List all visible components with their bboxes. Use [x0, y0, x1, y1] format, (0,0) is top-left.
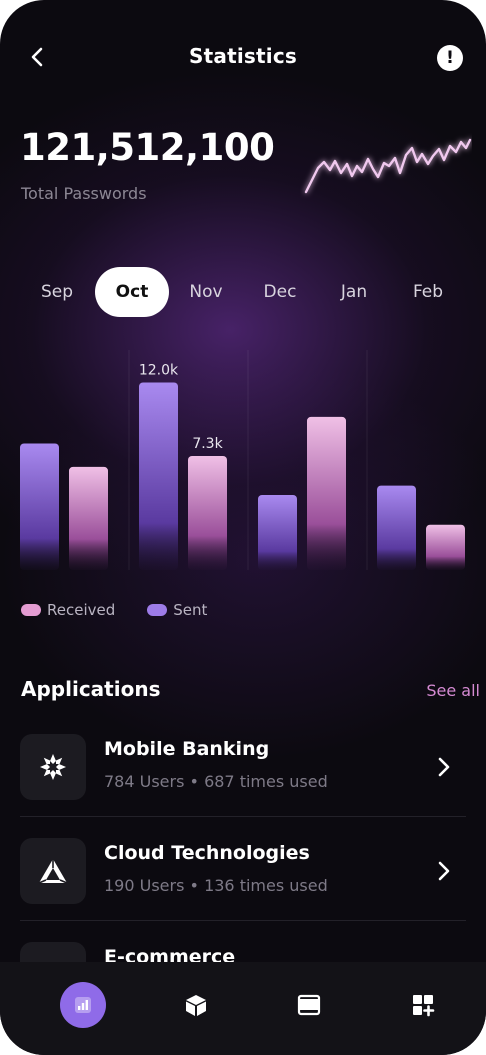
bar-chart: 12.0k 7.3k: [20, 350, 465, 571]
app-icon-container: [20, 734, 86, 800]
divider: [20, 816, 466, 817]
snowflake-icon: [40, 754, 66, 780]
bar-sent-sep[interactable]: [20, 443, 59, 570]
bar-sent-dec[interactable]: [377, 485, 416, 570]
see-all-link[interactable]: See all: [426, 681, 480, 700]
data-label: 7.3k: [192, 436, 223, 452]
nav-statistics-button[interactable]: [60, 982, 106, 1028]
chevron-right-icon: [438, 861, 450, 881]
data-label: 12.0k: [139, 363, 179, 379]
meta-separator: •: [189, 876, 205, 895]
chevron-right-icon: [438, 757, 450, 777]
app-item-mobile-banking[interactable]: Mobile Banking 784 Users • 687 times use…: [20, 734, 466, 834]
bottom-navigation: [0, 962, 486, 1055]
bar-sent-nov[interactable]: [258, 495, 297, 570]
bar-received-sep[interactable]: [69, 466, 108, 570]
legend-item-received: Received: [21, 601, 115, 619]
nav-box-button[interactable]: [173, 982, 219, 1028]
app-users: 784 Users: [104, 772, 185, 791]
month-tab-oct[interactable]: Oct: [95, 267, 169, 317]
legend-swatch-sent: [147, 604, 168, 616]
legend-label-sent: Sent: [173, 601, 208, 619]
month-tab-dec[interactable]: Dec: [243, 267, 317, 317]
phone-screen: Statistics ! 121,512,100 Total Passwords…: [0, 0, 486, 1055]
sparkline-chart: [304, 138, 472, 194]
month-selector: Sep Oct Nov Dec Jan Feb: [20, 267, 466, 317]
app-uses: 687 times used: [204, 772, 328, 791]
chart-legend: Received Sent: [21, 601, 207, 619]
total-passwords-value: 121,512,100: [20, 126, 275, 169]
legend-label-received: Received: [47, 601, 116, 619]
grid-add-icon: [413, 995, 435, 1017]
bar-sent-oct[interactable]: [139, 382, 178, 571]
app-users: 190 Users: [104, 876, 185, 895]
page-title: Statistics: [189, 44, 297, 68]
bar-received-dec[interactable]: [426, 524, 465, 570]
box-icon: [186, 995, 206, 1016]
app-meta: 190 Users • 136 times used: [104, 876, 328, 895]
app-name: Mobile Banking: [104, 738, 270, 760]
app-icon-container: [20, 838, 86, 904]
bar-received-nov[interactable]: [307, 416, 346, 570]
triangle-logo-icon: [38, 859, 68, 884]
legend-swatch-received: [21, 604, 41, 616]
meta-separator: •: [189, 772, 205, 791]
bar-received-oct[interactable]: [188, 455, 227, 570]
month-tab-jan[interactable]: Jan: [317, 267, 391, 317]
month-tab-nov[interactable]: Nov: [169, 267, 243, 317]
nav-window-button[interactable]: [286, 982, 332, 1028]
total-passwords-label: Total Passwords: [21, 184, 147, 203]
sparkline-path: [304, 138, 472, 194]
app-uses: 136 times used: [204, 876, 328, 895]
info-icon: !: [446, 48, 454, 68]
chart-icon: [75, 997, 91, 1013]
app-meta: 784 Users • 687 times used: [104, 772, 328, 791]
month-tab-sep[interactable]: Sep: [20, 267, 94, 317]
app-item-cloud-technologies[interactable]: Cloud Technologies 190 Users • 136 times…: [20, 838, 466, 938]
month-tab-feb[interactable]: Feb: [391, 267, 465, 317]
nav-grid-add-button[interactable]: [400, 982, 446, 1028]
app-name: Cloud Technologies: [104, 842, 310, 864]
legend-item-sent: Sent: [147, 601, 207, 619]
applications-title: Applications: [21, 677, 161, 701]
window-icon: [297, 994, 321, 1016]
info-button[interactable]: !: [437, 45, 463, 71]
divider: [20, 920, 466, 921]
